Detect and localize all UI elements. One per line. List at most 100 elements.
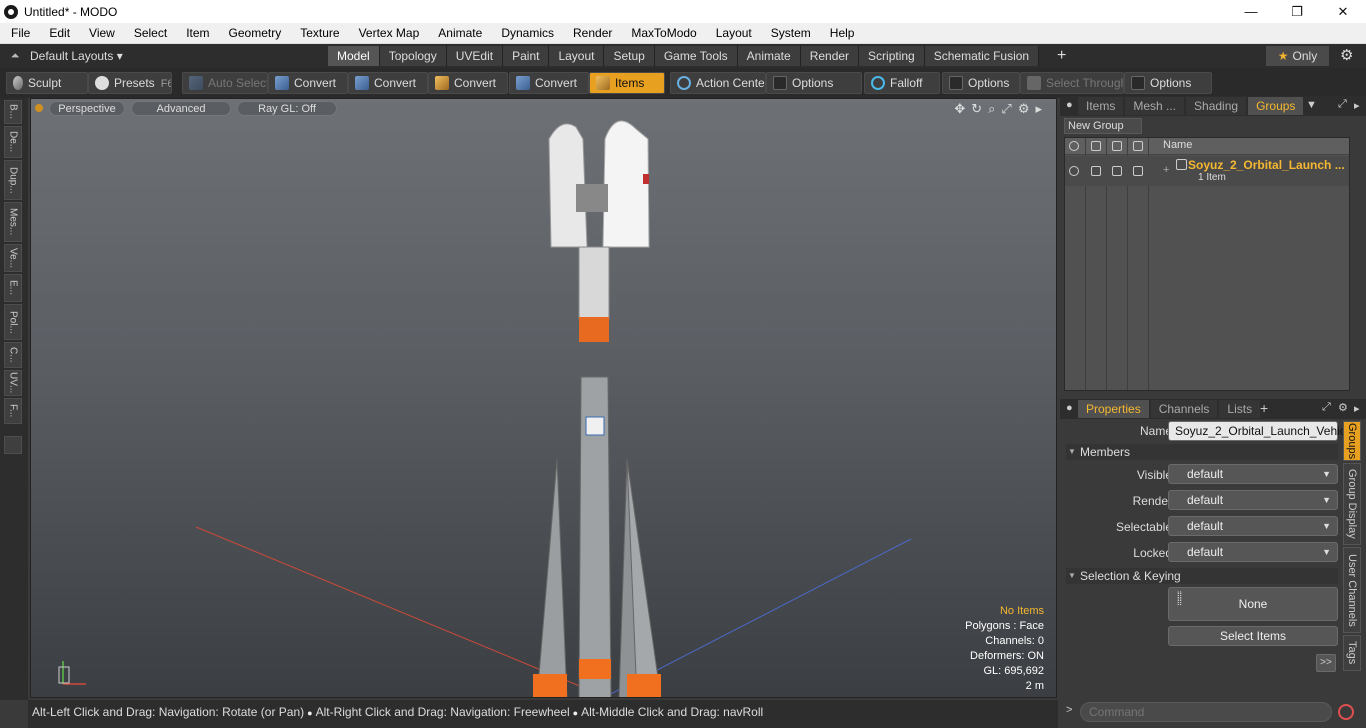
command-input[interactable] [1080, 702, 1332, 722]
menu-edit[interactable]: Edit [38, 26, 78, 40]
convert-button-3[interactable]: Convert [428, 72, 508, 94]
lock-icon[interactable] [1112, 141, 1122, 151]
tab-animate[interactable]: Animate [737, 46, 801, 66]
left-tab-vertex[interactable]: Ve... [4, 244, 22, 272]
left-tab-deform[interactable]: De... [4, 126, 22, 158]
tab-properties[interactable]: Properties [1078, 400, 1149, 418]
tab-items[interactable]: Items [1078, 97, 1124, 115]
close-button[interactable]: ✕ [1320, 0, 1366, 23]
tab-mesh[interactable]: Mesh ... [1125, 97, 1185, 115]
expand-plus-icon[interactable]: + [1163, 164, 1169, 176]
tab-groups[interactable]: Groups [1248, 97, 1304, 115]
members-section[interactable]: Members [1066, 444, 1338, 460]
falloff-button[interactable]: Falloff [864, 72, 940, 94]
menu-view[interactable]: View [78, 26, 123, 40]
add-tab-icon[interactable]: + [1260, 400, 1268, 416]
menu-geometry[interactable]: Geometry [218, 26, 290, 40]
viewport-expand-icon[interactable]: ▸ [1035, 101, 1042, 117]
side-tab-group-display[interactable]: Group Display [1343, 463, 1361, 545]
expand-panel-icon[interactable]: ⤢ [1322, 401, 1331, 414]
menu-item[interactable]: Item [175, 26, 217, 40]
select-through-button[interactable]: Select Through [1020, 72, 1124, 94]
chevron-down-icon[interactable]: ▼ [1306, 99, 1317, 111]
render-icon[interactable] [1091, 141, 1101, 151]
menu-animate[interactable]: Animate [427, 26, 490, 40]
menu-dynamics[interactable]: Dynamics [490, 26, 562, 40]
menu-file[interactable]: File [0, 26, 38, 40]
sculpt-button[interactable]: Sculpt [6, 72, 88, 94]
viewport-gear-icon[interactable]: ⚙ [1018, 101, 1030, 117]
add-tab-icon[interactable]: + [1057, 46, 1071, 66]
render-select[interactable]: default ▼ [1168, 490, 1338, 510]
tab-render[interactable]: Render [800, 46, 860, 66]
name-field[interactable]: Soyuz_2_Orbital_Launch_Vehicle [1168, 421, 1355, 441]
zoom-view-icon[interactable]: ⌕ [988, 101, 995, 117]
left-tab-curve[interactable]: C... [4, 342, 22, 368]
fit-view-icon[interactable]: ⤢ [1001, 101, 1011, 117]
group-row[interactable]: + Soyuz_2_Orbital_Launch ... 1 Item [1065, 156, 1349, 186]
tab-shading[interactable]: Shading [1186, 97, 1247, 115]
more-button[interactable]: >> [1316, 654, 1336, 672]
none-button[interactable]: ⁞⁞ ⁞⁞ None [1168, 587, 1338, 621]
selectable-select[interactable]: default ▼ [1168, 516, 1338, 536]
side-tab-tags[interactable]: Tags [1343, 635, 1361, 671]
left-tab-basic[interactable]: B... [4, 100, 22, 124]
options-button-1[interactable]: Options [766, 72, 862, 94]
group-list-scrollbar[interactable] [1352, 137, 1362, 391]
layout-toggle-icon[interactable]: ⏶ [0, 50, 30, 63]
left-tab-edge[interactable]: E... [4, 274, 22, 302]
tab-scripting[interactable]: Scripting [859, 46, 925, 66]
row-eye-icon[interactable] [1069, 166, 1079, 176]
left-tab-extra[interactable] [4, 436, 22, 454]
raygl-button[interactable]: Ray GL: Off [237, 100, 337, 116]
tab-layout[interactable]: Layout [549, 46, 605, 66]
convert-button-2[interactable]: Convert [348, 72, 428, 94]
maximize-button[interactable]: ❐ [1274, 0, 1320, 23]
minimize-button[interactable]: — [1228, 0, 1274, 23]
convert-button-1[interactable]: Convert [268, 72, 348, 94]
side-tab-user-channels[interactable]: User Channels [1343, 547, 1361, 633]
row-render-icon[interactable] [1091, 166, 1101, 176]
perspective-button[interactable]: Perspective [49, 100, 125, 116]
options-button-2[interactable]: Options [942, 72, 1020, 94]
locked-select[interactable]: default ▼ [1168, 542, 1338, 562]
side-tab-groups[interactable]: Groups [1343, 421, 1361, 461]
tab-topology[interactable]: Topology [379, 46, 447, 66]
auto-select-button[interactable]: Auto Select [182, 72, 268, 94]
row-select-icon[interactable] [1133, 166, 1143, 176]
left-tab-fusion[interactable]: F... [4, 398, 22, 424]
expand-panel-icon[interactable]: ⤢ [1338, 98, 1347, 111]
select-icon[interactable] [1133, 141, 1143, 151]
tab-lists[interactable]: Lists [1219, 400, 1261, 418]
menu-texture[interactable]: Texture [289, 26, 347, 40]
menu-layout[interactable]: Layout [705, 26, 760, 40]
gear-icon[interactable]: ⚙ [1338, 401, 1348, 414]
tab-channels[interactable]: Channels [1150, 400, 1218, 418]
layout-select[interactable]: Default Layouts ▾ [30, 49, 130, 63]
chevron-right-icon[interactable]: ▸ [1354, 402, 1360, 415]
row-lock-icon[interactable] [1112, 166, 1122, 176]
panel-menu-icon[interactable]: ● [1066, 99, 1073, 111]
tab-uvedit[interactable]: UVEdit [446, 46, 504, 66]
viewport-menu-icon[interactable] [35, 104, 43, 112]
panel-menu-icon[interactable]: ● [1066, 402, 1073, 414]
left-tab-uv[interactable]: UV... [4, 370, 22, 396]
tab-setup[interactable]: Setup [604, 46, 655, 66]
selection-keying-section[interactable]: Selection & Keying [1066, 568, 1338, 584]
advanced-button[interactable]: Advanced [131, 100, 231, 116]
only-toggle[interactable]: ★ Only [1266, 46, 1329, 66]
gear-icon[interactable]: ⚙ [1340, 46, 1353, 66]
eye-icon[interactable] [1069, 141, 1079, 151]
menu-render[interactable]: Render [562, 26, 620, 40]
convert-button-4[interactable]: Convert [509, 72, 589, 94]
action-center-button[interactable]: Action Center [670, 72, 766, 94]
left-tab-polygon[interactable]: Pol... [4, 304, 22, 340]
left-tab-duplicate[interactable]: Dup... [4, 160, 22, 200]
menu-maxtomodo[interactable]: MaxToModo [620, 26, 704, 40]
tab-game-tools[interactable]: Game Tools [654, 46, 738, 66]
rotate-view-icon[interactable]: ↻ [971, 101, 982, 117]
move-view-icon[interactable]: ✥ [954, 101, 965, 117]
menu-select[interactable]: Select [123, 26, 175, 40]
left-tab-mesh-edit[interactable]: Mes... [4, 202, 22, 242]
options-button-3[interactable]: Options [1124, 72, 1212, 94]
